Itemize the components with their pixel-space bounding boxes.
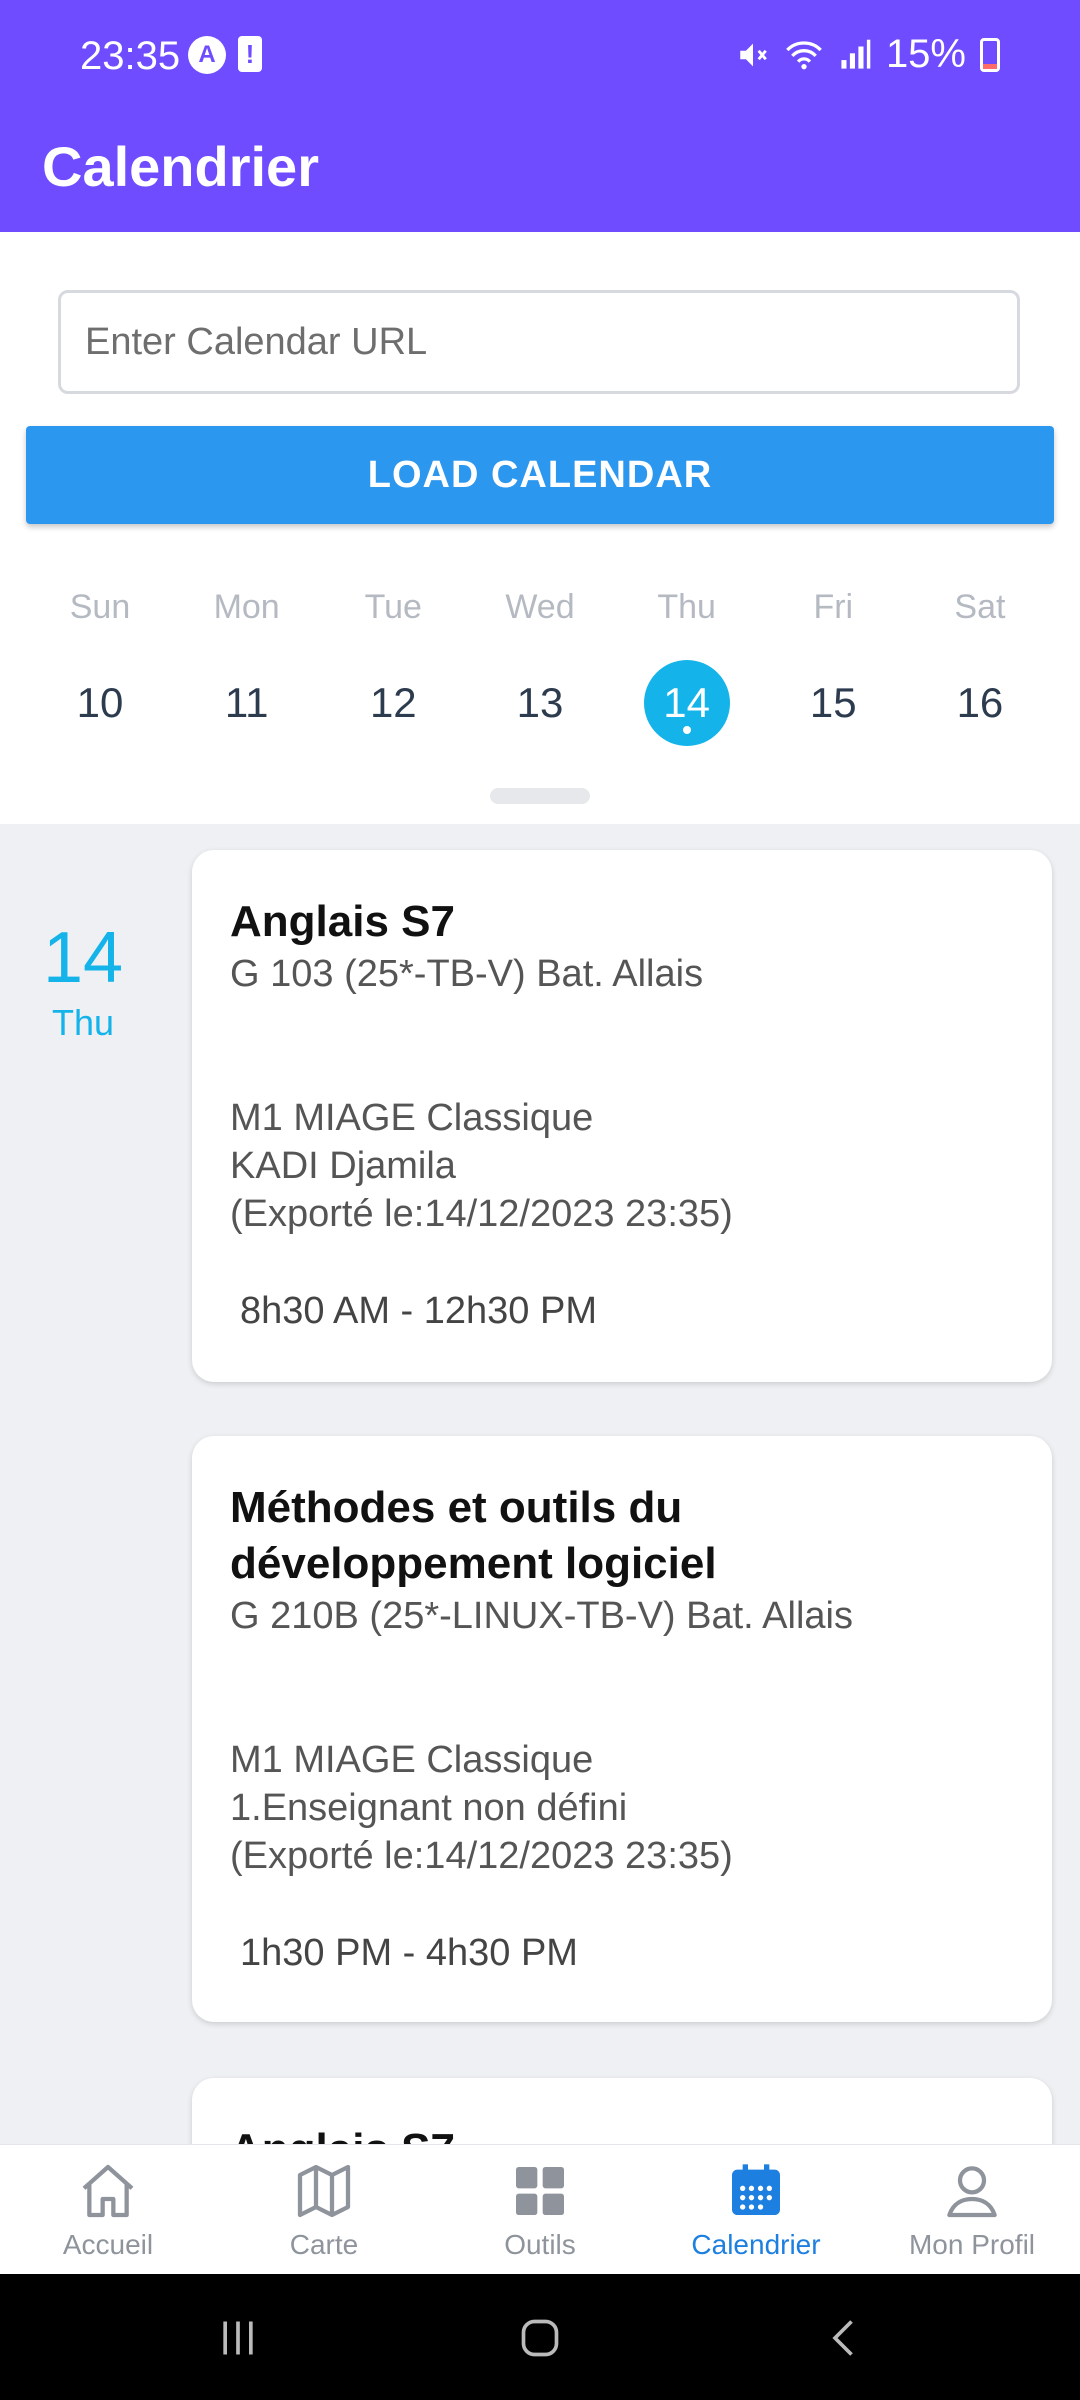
status-bar: 23:35 A ! 15%: [0, 0, 1080, 114]
event-group: M1 MIAGE Classique: [230, 1739, 594, 1781]
selected-day-number[interactable]: 14: [643, 660, 730, 746]
day-wed[interactable]: Wed 13: [475, 588, 605, 746]
day-number[interactable]: 16: [937, 660, 1023, 746]
day-name: Sat: [954, 588, 1006, 626]
expand-handle[interactable]: [490, 788, 590, 804]
battery-icon: [980, 37, 1000, 72]
event-title: Anglais S7: [230, 897, 455, 946]
event-group: M1 MIAGE Classique: [230, 1097, 594, 1139]
signal-icon: [841, 39, 871, 69]
calendar-icon: [732, 2164, 780, 2215]
back-icon[interactable]: [824, 2316, 868, 2360]
day-number[interactable]: 10: [57, 660, 143, 746]
day-sat[interactable]: Sat 16: [915, 588, 1045, 746]
bottom-navigation: Accueil Carte Outils Calendrier Mon Prof…: [0, 2144, 1080, 2275]
page-title: Calendrier: [42, 135, 319, 198]
nav-mon-profil[interactable]: Mon Profil: [864, 2145, 1080, 2275]
profile-icon: [947, 2166, 997, 2218]
day-name: Thu: [657, 588, 716, 626]
event-teacher: KADI Djamila: [230, 1145, 456, 1187]
agenda-date-number: 14: [42, 918, 124, 998]
event-room: G 103 (25*-TB-V) Bat. Allais: [230, 953, 704, 995]
calendar-header: LOAD CALENDAR Sun 10 Mon 11 Tue 12 Wed 1…: [0, 232, 1080, 824]
nav-carte[interactable]: Carte: [216, 2145, 432, 2275]
nav-label: Carte: [289, 2229, 359, 2260]
recent-apps-icon[interactable]: [216, 2316, 260, 2360]
home-button-icon[interactable]: [518, 2316, 562, 2360]
status-time: 23:35: [80, 34, 181, 78]
mute-icon: [740, 43, 767, 66]
day-name: Mon: [213, 588, 280, 626]
calendar-url-input[interactable]: [58, 290, 1020, 394]
nav-label: Outils: [504, 2229, 576, 2260]
day-mon[interactable]: Mon 11: [182, 588, 312, 746]
nav-label: Mon Profil: [908, 2229, 1036, 2260]
day-number[interactable]: 15: [790, 660, 876, 746]
load-calendar-button[interactable]: LOAD CALENDAR: [26, 426, 1054, 524]
event-exported: (Exporté le:14/12/2023 23:35): [230, 1193, 733, 1235]
event-exported: (Exporté le:14/12/2023 23:35): [230, 1835, 733, 1877]
day-number[interactable]: 11: [204, 660, 290, 746]
event-teacher: 1.Enseignant non défini: [230, 1787, 628, 1829]
battery-percent: 15%: [885, 32, 966, 76]
day-name: Tue: [364, 588, 422, 626]
event-card[interactable]: Méthodes et outils du développement logi…: [192, 1436, 1052, 2022]
nav-label: Calendrier: [691, 2229, 821, 2260]
day-tue[interactable]: Tue 12: [328, 588, 458, 746]
event-card[interactable]: Anglais S7 G 103 (25*-TB-V) Bat. Allais …: [192, 850, 1052, 1382]
system-navigation-bar: [0, 2274, 1080, 2400]
day-sun[interactable]: Sun 10: [35, 588, 165, 746]
home-icon: [82, 2164, 134, 2218]
day-thu[interactable]: Thu 14: [622, 588, 752, 746]
day-number[interactable]: 12: [350, 660, 436, 746]
app-notification-icon: A: [188, 36, 226, 74]
wifi-icon: [786, 40, 822, 69]
day-name: Fri: [813, 588, 854, 626]
nav-calendrier[interactable]: Calendrier: [648, 2145, 864, 2275]
week-strip: Sun 10 Mon 11 Tue 12 Wed 13 Thu 14 Fri 1…: [0, 588, 1080, 746]
agenda-date-day: Thu: [51, 1002, 115, 1043]
grid-icon: [516, 2167, 564, 2215]
event-title: Méthodes et outils du développement logi…: [230, 1483, 717, 1588]
event-time: 1h30 PM - 4h30 PM: [240, 1932, 578, 1974]
agenda-date: 14 Thu: [0, 922, 166, 1044]
map-icon: [297, 2164, 351, 2218]
day-name: Sun: [69, 588, 131, 626]
nav-accueil[interactable]: Accueil: [0, 2145, 216, 2275]
day-number[interactable]: 13: [497, 660, 583, 746]
nav-label: Accueil: [62, 2229, 154, 2260]
app-bar: Calendrier: [0, 114, 1080, 232]
event-room: G 210B (25*-LINUX-TB-V) Bat. Allais: [230, 1595, 853, 1637]
day-name: Wed: [505, 588, 575, 626]
event-time: 8h30 AM - 12h30 PM: [240, 1290, 597, 1332]
day-fri[interactable]: Fri 15: [768, 588, 898, 746]
alert-icon: !: [238, 36, 262, 72]
nav-outils[interactable]: Outils: [432, 2145, 648, 2275]
